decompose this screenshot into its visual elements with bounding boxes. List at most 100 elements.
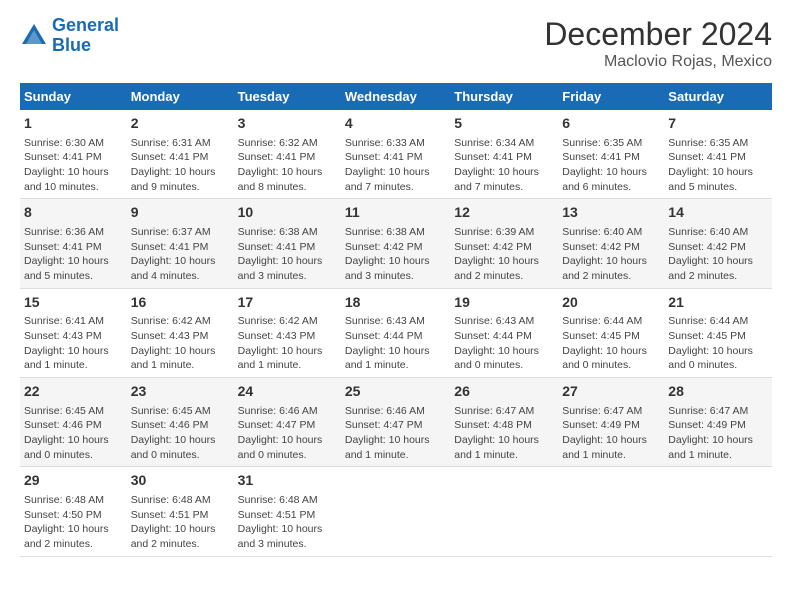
- day-number: 30: [131, 471, 230, 491]
- col-header-tuesday: Tuesday: [234, 83, 341, 110]
- day-cell: 6Sunrise: 6:35 AM Sunset: 4:41 PM Daylig…: [558, 110, 664, 199]
- day-number: 28: [668, 382, 768, 402]
- day-cell: 21Sunrise: 6:44 AM Sunset: 4:45 PM Dayli…: [664, 288, 772, 377]
- calendar-header: SundayMondayTuesdayWednesdayThursdayFrid…: [20, 83, 772, 110]
- col-header-saturday: Saturday: [664, 83, 772, 110]
- day-info: Sunrise: 6:41 AM Sunset: 4:43 PM Dayligh…: [24, 314, 123, 373]
- week-row-1: 1Sunrise: 6:30 AM Sunset: 4:41 PM Daylig…: [20, 110, 772, 199]
- day-cell: 16Sunrise: 6:42 AM Sunset: 4:43 PM Dayli…: [127, 288, 234, 377]
- col-header-sunday: Sunday: [20, 83, 127, 110]
- calendar-table: SundayMondayTuesdayWednesdayThursdayFrid…: [20, 83, 772, 557]
- col-header-friday: Friday: [558, 83, 664, 110]
- day-cell: 5Sunrise: 6:34 AM Sunset: 4:41 PM Daylig…: [450, 110, 558, 199]
- day-number: 16: [131, 293, 230, 313]
- day-cell: 13Sunrise: 6:40 AM Sunset: 4:42 PM Dayli…: [558, 199, 664, 288]
- day-cell: 9Sunrise: 6:37 AM Sunset: 4:41 PM Daylig…: [127, 199, 234, 288]
- day-number: 25: [345, 382, 446, 402]
- day-cell: 12Sunrise: 6:39 AM Sunset: 4:42 PM Dayli…: [450, 199, 558, 288]
- day-number: 21: [668, 293, 768, 313]
- day-number: 24: [238, 382, 337, 402]
- day-cell: 30Sunrise: 6:48 AM Sunset: 4:51 PM Dayli…: [127, 467, 234, 556]
- day-cell: 19Sunrise: 6:43 AM Sunset: 4:44 PM Dayli…: [450, 288, 558, 377]
- day-info: Sunrise: 6:42 AM Sunset: 4:43 PM Dayligh…: [238, 314, 337, 373]
- day-number: 5: [454, 114, 554, 134]
- day-cell: 11Sunrise: 6:38 AM Sunset: 4:42 PM Dayli…: [341, 199, 450, 288]
- week-row-3: 15Sunrise: 6:41 AM Sunset: 4:43 PM Dayli…: [20, 288, 772, 377]
- day-info: Sunrise: 6:48 AM Sunset: 4:51 PM Dayligh…: [131, 493, 230, 552]
- day-number: 8: [24, 203, 123, 223]
- day-info: Sunrise: 6:30 AM Sunset: 4:41 PM Dayligh…: [24, 136, 123, 195]
- day-number: 31: [238, 471, 337, 491]
- day-number: 22: [24, 382, 123, 402]
- day-cell: 23Sunrise: 6:45 AM Sunset: 4:46 PM Dayli…: [127, 378, 234, 467]
- day-number: 6: [562, 114, 660, 134]
- day-cell: [558, 467, 664, 556]
- day-cell: 14Sunrise: 6:40 AM Sunset: 4:42 PM Dayli…: [664, 199, 772, 288]
- page-header: General Blue December 2024 Maclovio Roja…: [20, 16, 772, 71]
- logo: General Blue: [20, 16, 119, 56]
- day-info: Sunrise: 6:34 AM Sunset: 4:41 PM Dayligh…: [454, 136, 554, 195]
- day-cell: [450, 467, 558, 556]
- day-cell: 7Sunrise: 6:35 AM Sunset: 4:41 PM Daylig…: [664, 110, 772, 199]
- day-info: Sunrise: 6:44 AM Sunset: 4:45 PM Dayligh…: [562, 314, 660, 373]
- month-title: December 2024: [544, 16, 772, 53]
- day-number: 2: [131, 114, 230, 134]
- col-header-wednesday: Wednesday: [341, 83, 450, 110]
- day-cell: 3Sunrise: 6:32 AM Sunset: 4:41 PM Daylig…: [234, 110, 341, 199]
- day-info: Sunrise: 6:48 AM Sunset: 4:51 PM Dayligh…: [238, 493, 337, 552]
- day-info: Sunrise: 6:32 AM Sunset: 4:41 PM Dayligh…: [238, 136, 337, 195]
- day-info: Sunrise: 6:42 AM Sunset: 4:43 PM Dayligh…: [131, 314, 230, 373]
- day-cell: 1Sunrise: 6:30 AM Sunset: 4:41 PM Daylig…: [20, 110, 127, 199]
- day-info: Sunrise: 6:35 AM Sunset: 4:41 PM Dayligh…: [562, 136, 660, 195]
- day-info: Sunrise: 6:33 AM Sunset: 4:41 PM Dayligh…: [345, 136, 446, 195]
- day-cell: 4Sunrise: 6:33 AM Sunset: 4:41 PM Daylig…: [341, 110, 450, 199]
- day-cell: 27Sunrise: 6:47 AM Sunset: 4:49 PM Dayli…: [558, 378, 664, 467]
- day-info: Sunrise: 6:43 AM Sunset: 4:44 PM Dayligh…: [345, 314, 446, 373]
- day-number: 27: [562, 382, 660, 402]
- day-info: Sunrise: 6:44 AM Sunset: 4:45 PM Dayligh…: [668, 314, 768, 373]
- day-cell: 24Sunrise: 6:46 AM Sunset: 4:47 PM Dayli…: [234, 378, 341, 467]
- col-header-monday: Monday: [127, 83, 234, 110]
- day-cell: 2Sunrise: 6:31 AM Sunset: 4:41 PM Daylig…: [127, 110, 234, 199]
- day-number: 17: [238, 293, 337, 313]
- day-info: Sunrise: 6:47 AM Sunset: 4:49 PM Dayligh…: [668, 404, 768, 463]
- day-info: Sunrise: 6:35 AM Sunset: 4:41 PM Dayligh…: [668, 136, 768, 195]
- title-block: December 2024 Maclovio Rojas, Mexico: [544, 16, 772, 71]
- day-cell: 10Sunrise: 6:38 AM Sunset: 4:41 PM Dayli…: [234, 199, 341, 288]
- day-info: Sunrise: 6:31 AM Sunset: 4:41 PM Dayligh…: [131, 136, 230, 195]
- day-info: Sunrise: 6:45 AM Sunset: 4:46 PM Dayligh…: [24, 404, 123, 463]
- day-number: 7: [668, 114, 768, 134]
- day-number: 15: [24, 293, 123, 313]
- day-number: 10: [238, 203, 337, 223]
- day-cell: 25Sunrise: 6:46 AM Sunset: 4:47 PM Dayli…: [341, 378, 450, 467]
- day-cell: [341, 467, 450, 556]
- day-cell: 28Sunrise: 6:47 AM Sunset: 4:49 PM Dayli…: [664, 378, 772, 467]
- day-info: Sunrise: 6:38 AM Sunset: 4:42 PM Dayligh…: [345, 225, 446, 284]
- day-number: 11: [345, 203, 446, 223]
- day-info: Sunrise: 6:38 AM Sunset: 4:41 PM Dayligh…: [238, 225, 337, 284]
- day-info: Sunrise: 6:39 AM Sunset: 4:42 PM Dayligh…: [454, 225, 554, 284]
- day-info: Sunrise: 6:40 AM Sunset: 4:42 PM Dayligh…: [562, 225, 660, 284]
- day-number: 4: [345, 114, 446, 134]
- day-cell: 22Sunrise: 6:45 AM Sunset: 4:46 PM Dayli…: [20, 378, 127, 467]
- day-cell: 29Sunrise: 6:48 AM Sunset: 4:50 PM Dayli…: [20, 467, 127, 556]
- week-row-4: 22Sunrise: 6:45 AM Sunset: 4:46 PM Dayli…: [20, 378, 772, 467]
- day-info: Sunrise: 6:40 AM Sunset: 4:42 PM Dayligh…: [668, 225, 768, 284]
- day-number: 1: [24, 114, 123, 134]
- day-info: Sunrise: 6:48 AM Sunset: 4:50 PM Dayligh…: [24, 493, 123, 552]
- day-cell: 8Sunrise: 6:36 AM Sunset: 4:41 PM Daylig…: [20, 199, 127, 288]
- day-cell: 26Sunrise: 6:47 AM Sunset: 4:48 PM Dayli…: [450, 378, 558, 467]
- day-info: Sunrise: 6:46 AM Sunset: 4:47 PM Dayligh…: [345, 404, 446, 463]
- day-number: 23: [131, 382, 230, 402]
- day-info: Sunrise: 6:43 AM Sunset: 4:44 PM Dayligh…: [454, 314, 554, 373]
- day-cell: 18Sunrise: 6:43 AM Sunset: 4:44 PM Dayli…: [341, 288, 450, 377]
- day-cell: 15Sunrise: 6:41 AM Sunset: 4:43 PM Dayli…: [20, 288, 127, 377]
- day-cell: 31Sunrise: 6:48 AM Sunset: 4:51 PM Dayli…: [234, 467, 341, 556]
- day-info: Sunrise: 6:45 AM Sunset: 4:46 PM Dayligh…: [131, 404, 230, 463]
- day-number: 29: [24, 471, 123, 491]
- day-info: Sunrise: 6:47 AM Sunset: 4:49 PM Dayligh…: [562, 404, 660, 463]
- day-info: Sunrise: 6:37 AM Sunset: 4:41 PM Dayligh…: [131, 225, 230, 284]
- week-row-2: 8Sunrise: 6:36 AM Sunset: 4:41 PM Daylig…: [20, 199, 772, 288]
- day-info: Sunrise: 6:46 AM Sunset: 4:47 PM Dayligh…: [238, 404, 337, 463]
- day-number: 9: [131, 203, 230, 223]
